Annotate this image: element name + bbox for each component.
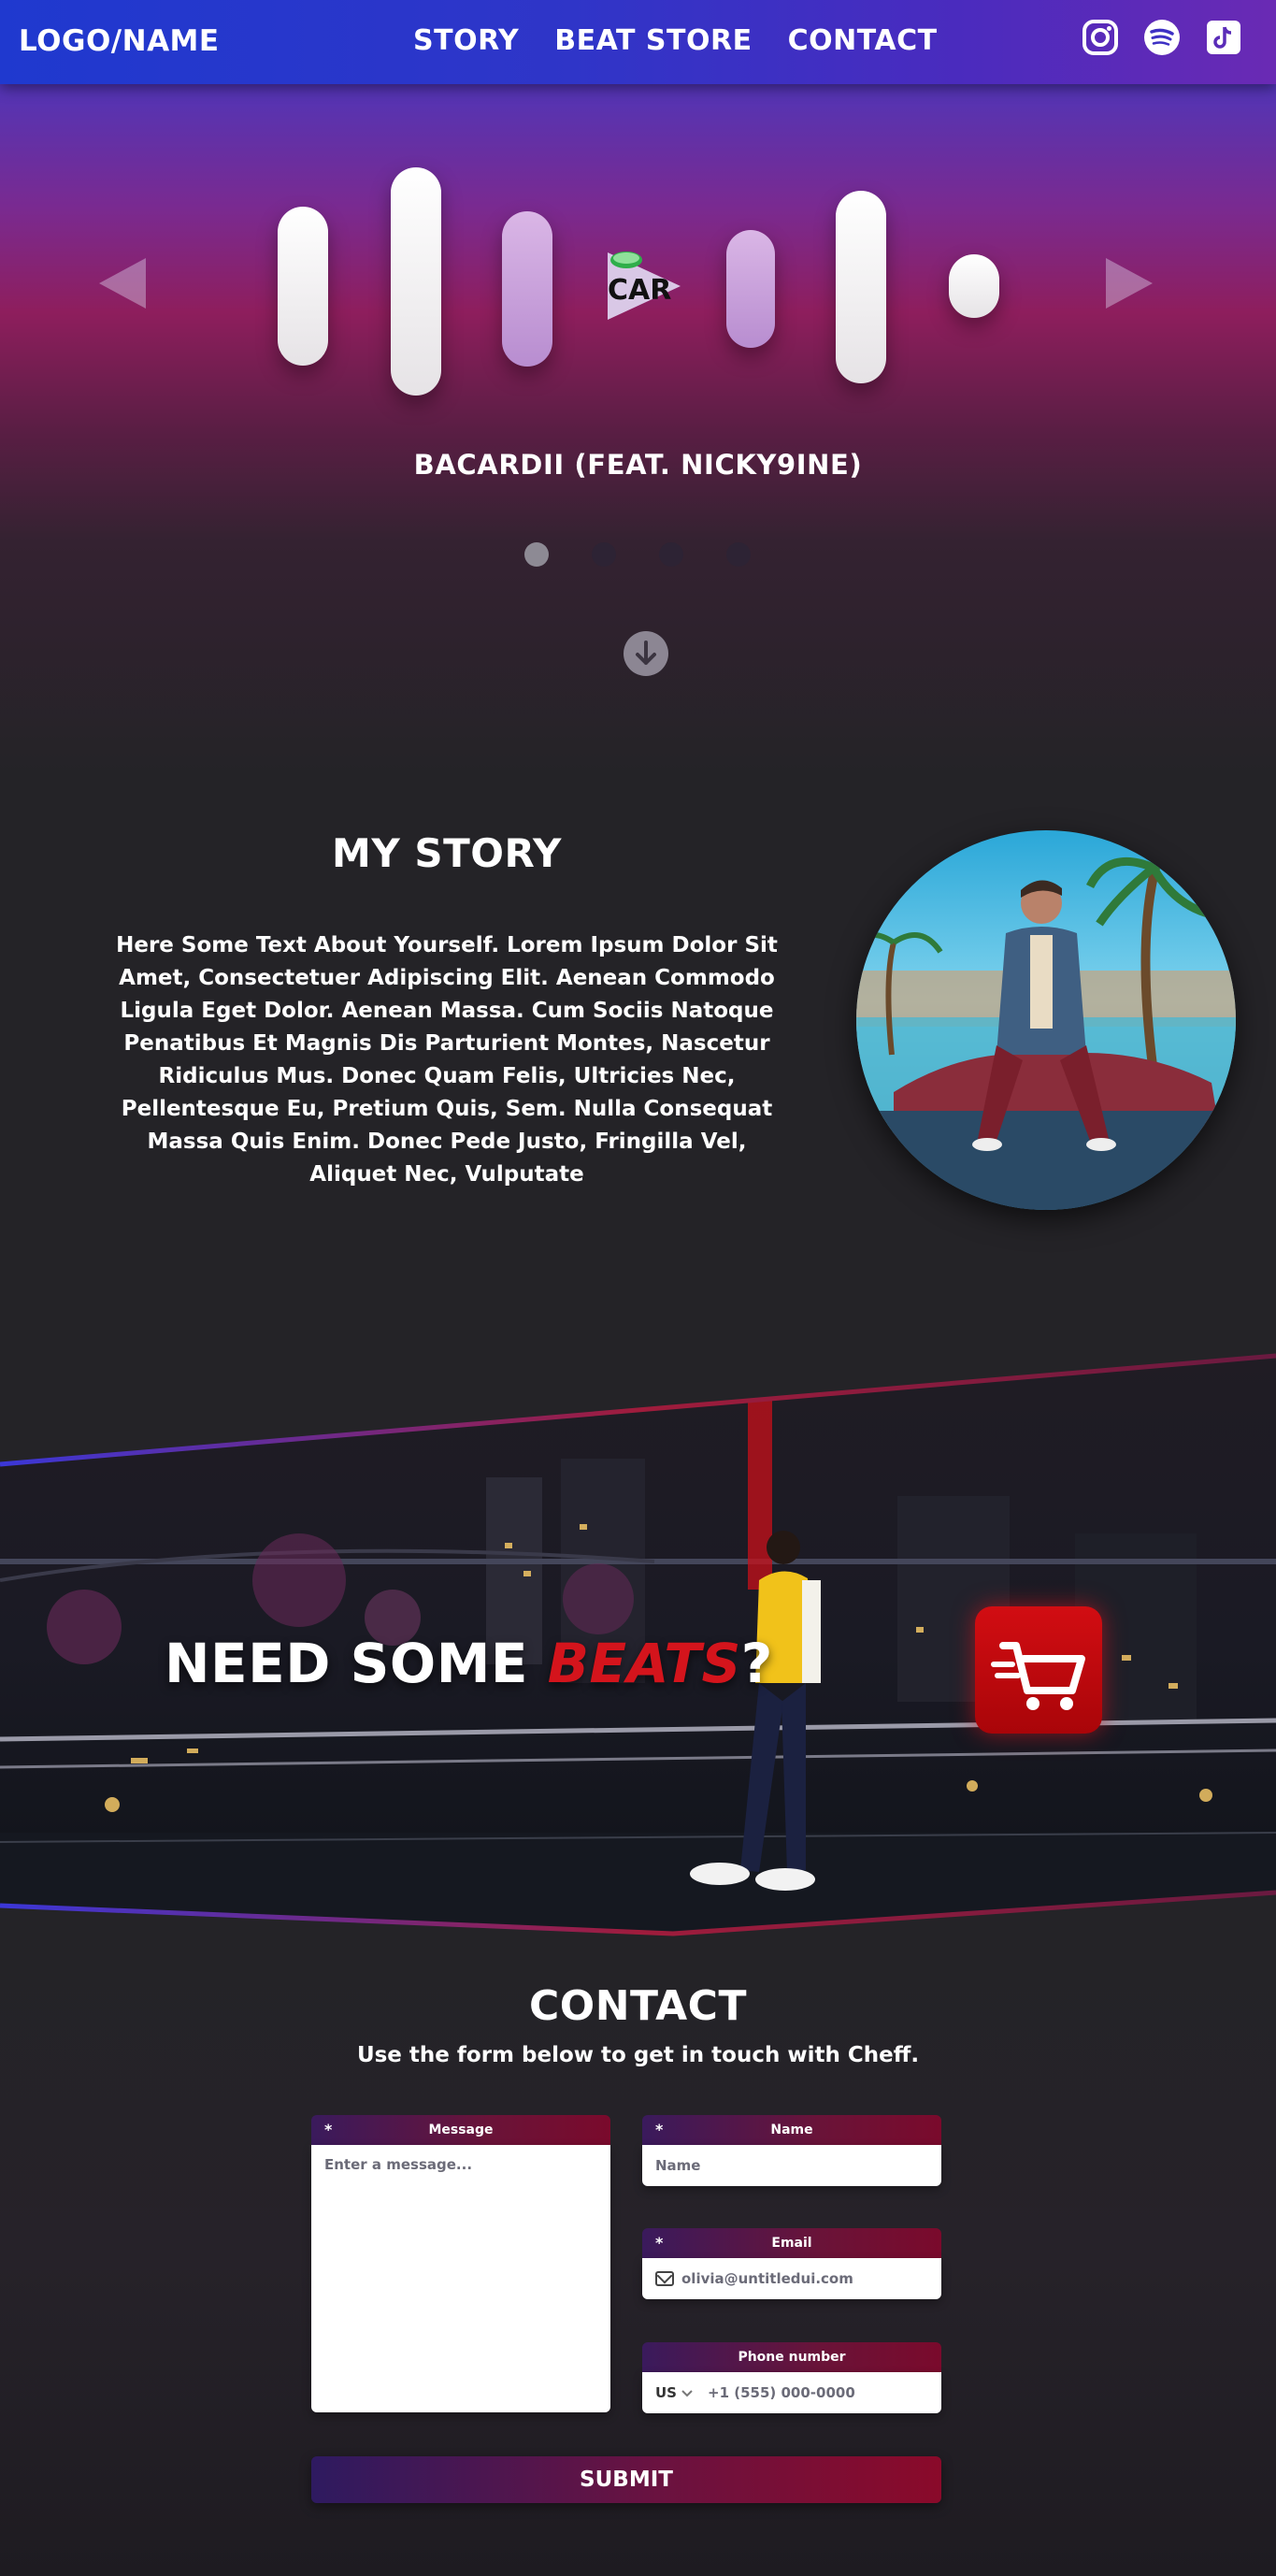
required-asterisk: * <box>655 2121 664 2138</box>
email-field: * Email olivia@untitledui.com <box>642 2228 941 2299</box>
required-asterisk: * <box>655 2234 664 2252</box>
story-title: MY STORY <box>332 830 562 876</box>
waveform-bar <box>836 191 886 383</box>
email-input[interactable]: olivia@untitledui.com <box>642 2258 941 2299</box>
social-links <box>1082 19 1242 56</box>
album-cover-text: CAR <box>608 274 671 307</box>
phone-field: Phone number US +1 (555) 000-0000 <box>642 2342 941 2413</box>
message-label-text: Message <box>428 2123 494 2137</box>
beats-heading-suffix: ? <box>740 1632 773 1695</box>
main-menu: STORY BEAT STORE CONTACT <box>413 24 938 57</box>
phone-placeholder: +1 (555) 000-0000 <box>708 2384 855 2401</box>
email-placeholder: olivia@untitledui.com <box>681 2270 853 2287</box>
prev-track-arrow-icon[interactable] <box>99 258 146 309</box>
carousel-dot[interactable] <box>726 542 751 567</box>
name-label: * Name <box>642 2115 941 2145</box>
waveform-bar <box>502 211 552 367</box>
phone-label: Phone number <box>642 2342 941 2372</box>
name-placeholder: Name <box>655 2157 701 2174</box>
artist-avatar <box>856 830 1236 1210</box>
contact-title: CONTACT <box>529 1982 747 2030</box>
email-label: * Email <box>642 2228 941 2258</box>
name-input[interactable]: Name <box>642 2145 941 2186</box>
hero-player: CAR BACARDII (FEAT. NICKY9INE) <box>0 84 1276 776</box>
instagram-icon[interactable] <box>1082 19 1119 56</box>
waveform-bar <box>949 254 999 318</box>
mail-icon <box>655 2271 674 2286</box>
arrow-down-icon <box>636 640 656 665</box>
name-label-text: Name <box>770 2123 813 2137</box>
phone-input[interactable]: US +1 (555) 000-0000 <box>642 2372 941 2413</box>
country-select[interactable]: US <box>655 2372 708 2413</box>
nav-link-contact[interactable]: CONTACT <box>788 24 938 57</box>
next-track-arrow-icon[interactable] <box>1106 258 1153 309</box>
carousel-dot[interactable] <box>659 542 683 567</box>
name-field: * Name Name <box>642 2115 941 2186</box>
message-field: * Message Enter a message... <box>311 2115 610 2412</box>
chevron-down-icon <box>681 2390 693 2397</box>
beats-heading-prefix: NEED SOME <box>165 1632 548 1695</box>
message-textarea[interactable]: Enter a message... <box>311 2145 610 2412</box>
beat-store-cart-button[interactable] <box>975 1606 1102 1734</box>
carousel-dot[interactable] <box>524 542 549 567</box>
tiktok-icon[interactable] <box>1205 19 1242 56</box>
track-title: BACARDII (FEAT. NICKY9INE) <box>413 449 863 481</box>
submit-button[interactable]: SUBMIT <box>311 2456 941 2503</box>
carousel-dots <box>524 542 751 567</box>
spotify-icon[interactable] <box>1143 19 1181 56</box>
beats-heading-highlight: BEATS <box>547 1632 741 1695</box>
scroll-down-button[interactable] <box>624 631 668 676</box>
beats-heading: NEED SOME BEATS? <box>165 1632 773 1695</box>
story-body: Here Some Text About Yourself. Lorem Ips… <box>116 933 778 1187</box>
required-asterisk: * <box>324 2121 333 2138</box>
carousel-dot[interactable] <box>592 542 616 567</box>
top-nav: LOGO/NAME STORY BEAT STORE CONTACT <box>0 0 1276 84</box>
country-code: US <box>655 2384 677 2401</box>
email-label-text: Email <box>771 2236 812 2251</box>
logo[interactable]: LOGO/NAME <box>19 24 220 58</box>
waveform-bar <box>391 167 441 396</box>
waveform-bar <box>278 207 328 366</box>
cart-icon <box>991 1642 1085 1710</box>
nav-link-beat-store[interactable]: BEAT STORE <box>554 24 752 57</box>
album-play-button[interactable]: CAR <box>606 249 684 324</box>
message-label: * Message <box>311 2115 610 2145</box>
message-placeholder: Enter a message... <box>324 2156 473 2173</box>
contact-subtitle: Use the form below to get in touch with … <box>356 2043 920 2067</box>
waveform-bar <box>726 230 775 348</box>
nav-link-story[interactable]: STORY <box>413 24 519 57</box>
